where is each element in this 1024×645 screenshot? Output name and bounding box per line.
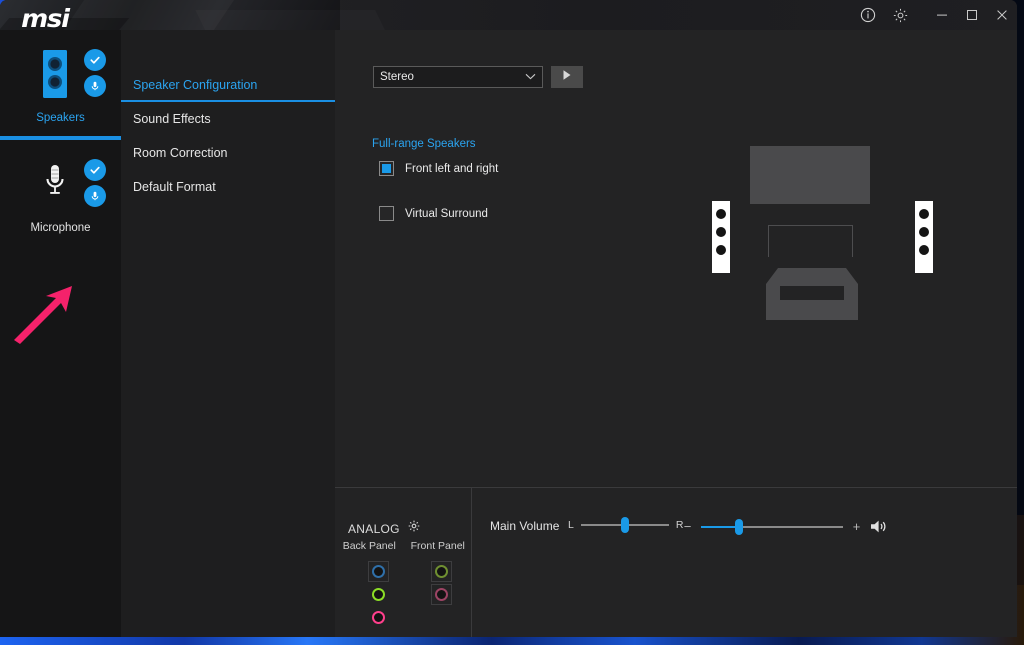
speakers-icon-row	[0, 48, 121, 106]
microphone-badge[interactable]	[84, 75, 106, 97]
header-facet	[300, 0, 1017, 30]
sidebar-device-label: Microphone	[0, 222, 121, 234]
main-volume-label: Main Volume	[490, 519, 559, 533]
tab-default-format[interactable]: Default Format	[121, 170, 335, 204]
jack-cell[interactable]	[344, 583, 412, 606]
chevron-down-icon	[525, 71, 536, 83]
sidebar-device-microphone[interactable]: Microphone	[0, 138, 121, 246]
microphone-icon-row	[0, 158, 121, 216]
sidebar-device-speakers[interactable]: Speakers	[0, 30, 121, 138]
room-diagram	[710, 138, 975, 353]
front-panel-jacks	[407, 560, 475, 606]
window-header: msi	[0, 0, 1017, 30]
checkbox-box	[379, 161, 394, 176]
header-facet	[195, 10, 395, 30]
checkbox-label: Virtual Surround	[405, 208, 488, 220]
microphone-badge[interactable]	[84, 185, 106, 207]
checkbox-box	[379, 206, 394, 221]
msi-audio-console-window: msi	[0, 0, 1017, 637]
main-content: Stereo Full-range Speakers Front left an…	[335, 30, 1017, 486]
jack-cell[interactable]	[344, 560, 412, 583]
tab-room-correction[interactable]: Room Correction	[121, 136, 335, 170]
checkbox-label: Front left and right	[405, 163, 498, 175]
analog-header: ANALOG	[348, 519, 421, 538]
close-button[interactable]	[987, 0, 1017, 30]
tab-list: Speaker Configuration Sound Effects Room…	[121, 30, 335, 637]
device-sidebar: Speakers	[0, 30, 121, 637]
microphone-badges	[84, 159, 106, 207]
msi-logo: msi	[21, 4, 69, 30]
jack-blue-icon	[372, 565, 385, 578]
analog-title: ANALOG	[348, 522, 400, 536]
play-test-button[interactable]	[551, 66, 583, 88]
fullrange-speakers-title: Full-range Speakers	[372, 138, 476, 150]
tower-speaker-right-icon	[915, 201, 933, 273]
speaker-configuration-select[interactable]: Stereo	[373, 66, 543, 88]
back-panel-jacks	[344, 560, 412, 629]
gear-icon[interactable]	[407, 519, 421, 538]
volume-thumb[interactable]	[735, 519, 743, 535]
jack-green-icon	[372, 588, 385, 601]
balance-thumb[interactable]	[621, 517, 629, 533]
annotation-arrow-icon	[10, 282, 80, 349]
info-icon[interactable]	[859, 6, 877, 24]
minimize-button[interactable]	[927, 0, 957, 30]
couch-icon	[754, 266, 870, 322]
select-value: Stereo	[380, 71, 525, 83]
speaker-icon	[40, 48, 70, 105]
checkbox-virtual-surround[interactable]: Virtual Surround	[379, 206, 488, 221]
maximize-button[interactable]	[957, 0, 987, 30]
window-controls	[927, 0, 1017, 30]
jack-cell[interactable]	[407, 583, 475, 606]
jack-cell[interactable]	[407, 560, 475, 583]
volume-increase-button[interactable]: +	[852, 519, 861, 534]
volume-decrease-button[interactable]: −	[683, 519, 692, 534]
check-badge[interactable]	[84, 159, 106, 181]
back-panel-label: Back Panel	[335, 540, 404, 552]
jack-green-icon	[435, 565, 448, 578]
volume-slider[interactable]: − +	[683, 519, 888, 534]
balance-left-label: L	[568, 519, 574, 531]
microphone-icon	[40, 158, 70, 215]
speakers-badges	[84, 49, 106, 97]
volume-track[interactable]	[701, 526, 843, 528]
jack-pink-icon	[435, 588, 448, 601]
volume-fill	[701, 526, 739, 528]
play-icon	[562, 68, 572, 86]
tab-sound-effects[interactable]: Sound Effects	[121, 102, 335, 136]
header-icon-group	[859, 0, 909, 30]
balance-track[interactable]	[581, 524, 669, 526]
sidebar-device-label: Speakers	[0, 112, 121, 124]
checkbox-front-left-and-right[interactable]: Front left and right	[379, 161, 498, 176]
balance-slider[interactable]: L R	[568, 519, 683, 531]
jack-pink-icon	[372, 611, 385, 624]
tab-speaker-configuration[interactable]: Speaker Configuration	[121, 68, 335, 102]
analog-jacks-panel: ANALOG Back Panel Front Panel	[335, 488, 472, 637]
check-badge[interactable]	[84, 49, 106, 71]
front-panel-label: Front Panel	[404, 540, 473, 552]
speaker-volume-icon[interactable]	[870, 519, 888, 534]
jack-column-labels: Back Panel Front Panel	[335, 540, 472, 552]
table-outline-icon	[768, 225, 853, 257]
tv-screen-icon	[750, 146, 870, 204]
bottom-panel: ANALOG Back Panel Front Panel	[335, 487, 1017, 637]
gear-icon[interactable]	[891, 6, 909, 24]
volume-panel: Main Volume L R − +	[473, 488, 1017, 637]
jack-cell[interactable]	[344, 606, 412, 629]
checkbox-check	[382, 164, 391, 173]
tower-speaker-left-icon	[712, 201, 730, 273]
